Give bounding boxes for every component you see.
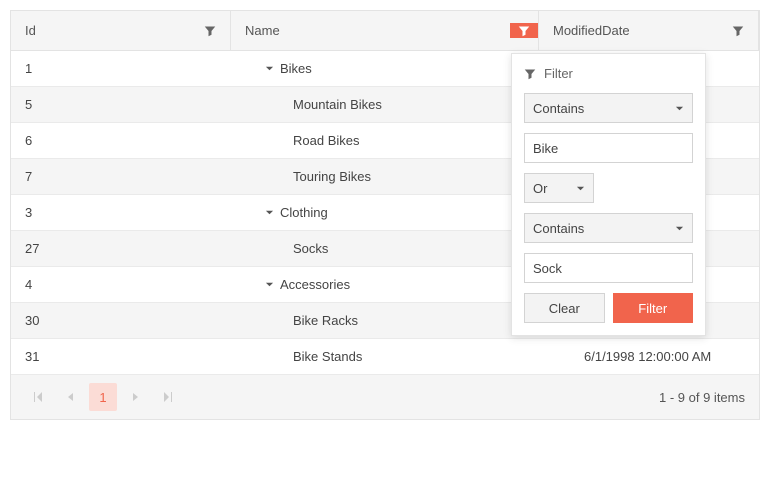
filter-value-1-text: Bike — [533, 141, 558, 156]
cell-name: Accessories — [231, 267, 539, 302]
caret-down-icon — [675, 104, 684, 113]
pager-last-button[interactable] — [153, 383, 181, 411]
pager-first-button[interactable] — [25, 383, 53, 411]
row-name-label: Bikes — [280, 61, 312, 76]
row-name-label: Bike Stands — [293, 349, 362, 364]
expand-icon[interactable] — [265, 280, 274, 289]
row-name-label: Road Bikes — [293, 133, 359, 148]
expand-icon[interactable] — [265, 208, 274, 217]
header-id[interactable]: Id — [11, 11, 231, 50]
row-name-label: Socks — [293, 241, 328, 256]
filter-logic-value: Or — [533, 181, 547, 196]
cell-id: 31 — [11, 339, 231, 374]
cell-id: 6 — [11, 123, 231, 158]
expand-icon[interactable] — [265, 64, 274, 73]
pager-page-label: 1 — [99, 390, 106, 405]
tree-grid: Id Name ModifiedDate Filter — [10, 10, 760, 420]
header-date[interactable]: ModifiedDate — [539, 11, 759, 50]
filter-value-1[interactable]: Bike — [524, 133, 693, 163]
filter-operator-2-value: Contains — [533, 221, 584, 236]
filter-operator-1[interactable]: Contains — [524, 93, 693, 123]
header-row: Id Name ModifiedDate Filter — [11, 11, 759, 51]
header-name-label: Name — [245, 23, 280, 38]
clear-button[interactable]: Clear — [524, 293, 605, 323]
cell-id: 30 — [11, 303, 231, 338]
cell-id: 7 — [11, 159, 231, 194]
cell-date: 6/1/1998 12:00:00 AM — [539, 339, 759, 374]
filter-value-2[interactable]: Sock — [524, 253, 693, 283]
pager-prev-button[interactable] — [57, 383, 85, 411]
funnel-icon[interactable] — [732, 25, 744, 37]
caret-down-icon — [675, 224, 684, 233]
pager-page-1[interactable]: 1 — [89, 383, 117, 411]
header-date-label: ModifiedDate — [553, 23, 630, 38]
row-name-label: Touring Bikes — [293, 169, 371, 184]
clear-label: Clear — [549, 301, 580, 316]
funnel-icon — [524, 68, 536, 80]
cell-id: 27 — [11, 231, 231, 266]
cell-id: 3 — [11, 195, 231, 230]
cell-id: 1 — [11, 51, 231, 86]
filter-popup-title: Filter — [524, 66, 693, 81]
header-id-label: Id — [25, 23, 36, 38]
filter-popup: Filter Contains Bike Or Contains Sock — [511, 53, 706, 336]
cell-id: 4 — [11, 267, 231, 302]
cell-name: Clothing — [231, 195, 539, 230]
filter-logic[interactable]: Or — [524, 173, 594, 203]
pager-next-button[interactable] — [121, 383, 149, 411]
filter-label: Filter — [638, 301, 667, 316]
row-name-label: Accessories — [280, 277, 350, 292]
table-row[interactable]: 31 Bike Stands 6/1/1998 12:00:00 AM — [11, 339, 759, 375]
cell-name: Bike Racks — [231, 303, 539, 338]
cell-name: Mountain Bikes — [231, 87, 539, 122]
filter-button[interactable]: Filter — [613, 293, 694, 323]
row-name-label: Mountain Bikes — [293, 97, 382, 112]
pager-nav: 1 — [25, 383, 181, 411]
cell-name: Socks — [231, 231, 539, 266]
funnel-icon[interactable] — [510, 23, 538, 38]
cell-name: Touring Bikes — [231, 159, 539, 194]
pager: 1 1 - 9 of 9 items — [11, 375, 759, 419]
cell-name: Bikes — [231, 51, 539, 86]
header-name[interactable]: Name — [231, 11, 539, 50]
pager-summary: 1 - 9 of 9 items — [659, 390, 745, 405]
cell-name: Road Bikes — [231, 123, 539, 158]
filter-operator-1-value: Contains — [533, 101, 584, 116]
caret-down-icon — [576, 184, 585, 193]
filter-title-label: Filter — [544, 66, 573, 81]
filter-operator-2[interactable]: Contains — [524, 213, 693, 243]
filter-buttons: Clear Filter — [524, 293, 693, 323]
row-name-label: Clothing — [280, 205, 328, 220]
filter-value-2-text: Sock — [533, 261, 562, 276]
row-name-label: Bike Racks — [293, 313, 358, 328]
cell-name: Bike Stands — [231, 339, 539, 374]
funnel-icon[interactable] — [204, 25, 216, 37]
cell-id: 5 — [11, 87, 231, 122]
